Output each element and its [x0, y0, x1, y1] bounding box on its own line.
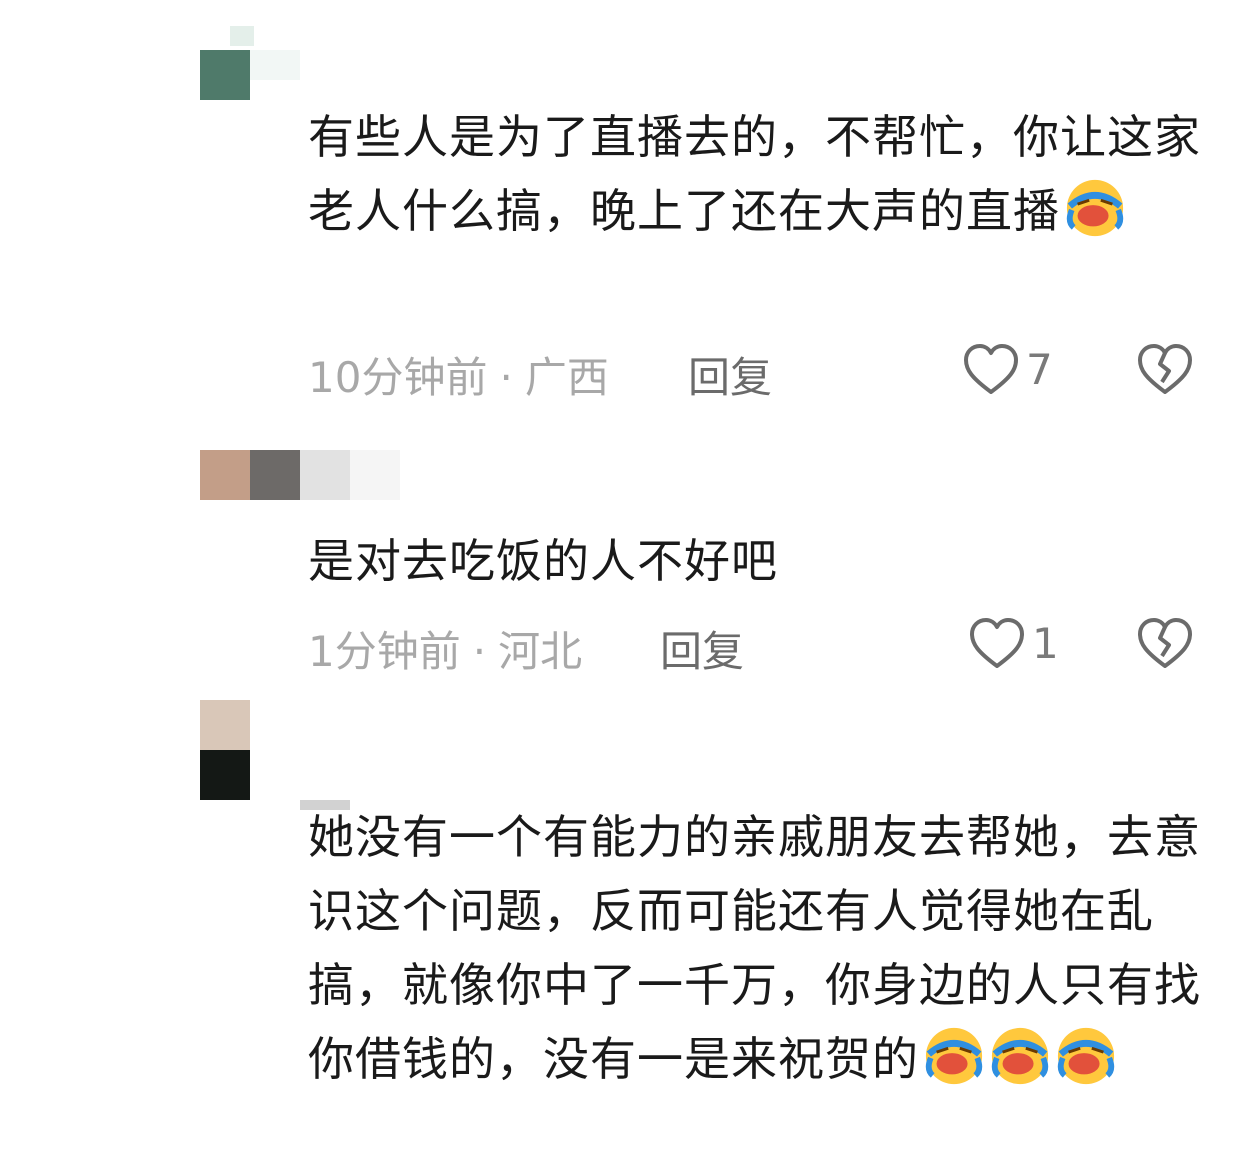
broken-heart-icon [1138, 344, 1192, 394]
comment-text: 有些人是为了直播去的，不帮忙，你让这家老人什么搞，晚上了还在大声的直播 [308, 100, 1208, 248]
like-button[interactable]: 1 [968, 616, 1059, 670]
dislike-button[interactable] [1136, 616, 1194, 674]
laugh-cry-emoji-icon [989, 1025, 1051, 1087]
separator-dot: · [499, 353, 513, 402]
avatar[interactable] [200, 20, 300, 100]
comment-meta: 10分钟前 · 广西 [308, 344, 609, 405]
heart-icon [964, 344, 1018, 394]
avatar[interactable] [200, 700, 350, 810]
laugh-cry-emoji-icon [1064, 177, 1126, 239]
avatar[interactable] [200, 450, 400, 500]
like-count: 7 [1026, 344, 1053, 394]
reply-button[interactable]: 回复 [660, 618, 744, 679]
reply-button[interactable]: 回复 [688, 344, 772, 405]
comment-time: 10分钟前 [308, 353, 488, 402]
heart-icon [970, 618, 1024, 668]
comment-time: 1分钟前 [308, 627, 461, 676]
like-button[interactable]: 7 [962, 342, 1053, 396]
comment-meta: 1分钟前 · 河北 [308, 618, 582, 679]
separator-dot: · [472, 627, 487, 676]
laugh-cry-emoji-icon [923, 1025, 985, 1087]
broken-heart-icon [1138, 618, 1192, 668]
laugh-cry-emoji-icon [1055, 1025, 1117, 1087]
comment-content: 是对去吃饭的人不好吧 [308, 534, 778, 588]
comment-text: 是对去吃饭的人不好吧 [308, 524, 1208, 598]
comment-location: 河北 [498, 627, 583, 676]
like-count: 1 [1032, 618, 1059, 668]
comment-text: 她没有一个有能力的亲戚朋友去帮她，去意识这个问题，反而可能还有人觉得她在乱搞，就… [308, 800, 1208, 1096]
comment-location: 广西 [524, 353, 609, 402]
dislike-button[interactable] [1136, 342, 1194, 400]
